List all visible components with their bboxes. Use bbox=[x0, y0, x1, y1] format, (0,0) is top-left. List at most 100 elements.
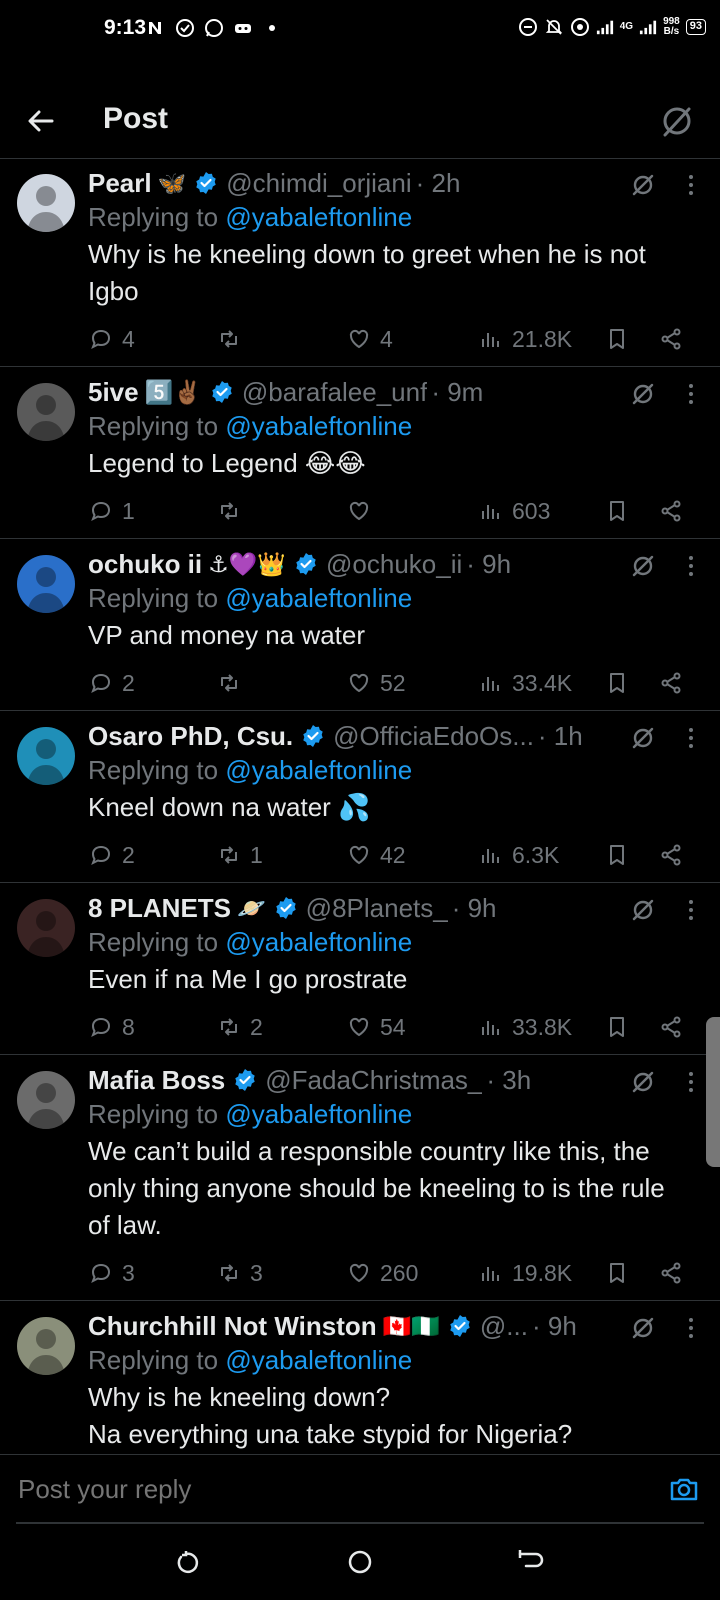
home-icon[interactable] bbox=[344, 1546, 376, 1578]
avatar[interactable] bbox=[17, 1071, 75, 1129]
views-button[interactable]: 19.8K bbox=[478, 1260, 572, 1287]
reply-button[interactable]: 8 bbox=[88, 1014, 135, 1041]
repost-button[interactable] bbox=[216, 498, 250, 524]
grok-icon[interactable] bbox=[630, 1315, 656, 1341]
author-handle[interactable]: @FadaChristmas_ bbox=[265, 1065, 482, 1096]
system-nav-bar bbox=[0, 1524, 720, 1600]
repost-button[interactable]: 2 bbox=[216, 1014, 263, 1041]
views-button[interactable]: 6.3K bbox=[478, 842, 559, 869]
more-options-icon[interactable] bbox=[678, 897, 704, 923]
reply-item[interactable]: 5ive 5️⃣✌🏾 @barafalee_unf · 9m Replying … bbox=[0, 367, 720, 539]
share-button[interactable] bbox=[658, 1014, 684, 1040]
avatar[interactable] bbox=[17, 383, 75, 441]
back-arrow-icon[interactable] bbox=[24, 104, 58, 138]
author-handle[interactable]: @chimdi_orjiani bbox=[226, 168, 411, 199]
more-options-icon[interactable] bbox=[678, 1069, 704, 1095]
more-options-icon[interactable] bbox=[678, 1315, 704, 1341]
author-name[interactable]: Mafia Boss bbox=[88, 1065, 225, 1096]
reply-item[interactable]: Osaro PhD, Csu. @OfficiaEdoOs... · 1h Re… bbox=[0, 711, 720, 883]
author-handle[interactable]: @8Planets_ bbox=[306, 893, 448, 924]
reply-item[interactable]: Churchhill Not Winston 🇨🇦🇳🇬 @... · 9h Re… bbox=[0, 1301, 720, 1454]
author-name[interactable]: 5ive bbox=[88, 377, 139, 408]
bookmark-button[interactable] bbox=[604, 498, 630, 524]
reply-input[interactable] bbox=[18, 1471, 618, 1507]
grok-icon[interactable] bbox=[630, 381, 656, 407]
replying-to-handle[interactable]: @yabaleftonline bbox=[225, 1345, 412, 1375]
bookmark-button[interactable] bbox=[604, 1260, 630, 1286]
author-name[interactable]: 8 PLANETS bbox=[88, 893, 231, 924]
reply-item[interactable]: Pearl 🦋 @chimdi_orjiani · 2h Replying to… bbox=[0, 158, 720, 367]
bookmark-button[interactable] bbox=[604, 1014, 630, 1040]
like-button[interactable]: 4 bbox=[346, 326, 393, 353]
share-button[interactable] bbox=[658, 326, 684, 352]
like-button[interactable]: 260 bbox=[346, 1260, 418, 1287]
heart-icon bbox=[349, 845, 369, 865]
author-name[interactable]: Osaro PhD, Csu. bbox=[88, 721, 293, 752]
avatar[interactable] bbox=[17, 899, 75, 957]
recent-apps-icon[interactable] bbox=[172, 1546, 204, 1578]
avatar[interactable] bbox=[17, 555, 75, 613]
scrollbar-thumb[interactable] bbox=[706, 1017, 720, 1167]
replies-feed[interactable]: Pearl 🦋 @chimdi_orjiani · 2h Replying to… bbox=[0, 158, 720, 1454]
replying-to-handle[interactable]: @yabaleftonline bbox=[225, 411, 412, 441]
author-name[interactable]: Pearl bbox=[88, 168, 152, 199]
bookmark-button[interactable] bbox=[604, 842, 630, 868]
avatar[interactable] bbox=[17, 727, 75, 785]
camera-icon[interactable] bbox=[668, 1473, 700, 1505]
repost-icon bbox=[221, 846, 237, 864]
repost-button[interactable] bbox=[216, 670, 250, 696]
reply-button[interactable]: 3 bbox=[88, 1260, 135, 1287]
grok-icon[interactable] bbox=[630, 553, 656, 579]
reply-button[interactable]: 4 bbox=[88, 326, 135, 353]
reply-item[interactable]: Mafia Boss @FadaChristmas_ · 3h Replying… bbox=[0, 1055, 720, 1301]
reply-icon bbox=[91, 501, 111, 522]
reply-item[interactable]: ochuko ii ⚓💜👑 @ochuko_ii · 9h Replying t… bbox=[0, 539, 720, 711]
repost-button[interactable]: 1 bbox=[216, 842, 263, 869]
grok-icon[interactable] bbox=[630, 172, 656, 198]
share-button[interactable] bbox=[658, 498, 684, 524]
replying-to-handle[interactable]: @yabaleftonline bbox=[225, 927, 412, 957]
grok-icon[interactable] bbox=[630, 725, 656, 751]
reply-item[interactable]: 8 PLANETS 🪐 @8Planets_ · 9h Replying to … bbox=[0, 883, 720, 1055]
repost-button[interactable] bbox=[216, 326, 250, 352]
author-handle[interactable]: @ochuko_ii bbox=[326, 549, 462, 580]
share-button[interactable] bbox=[658, 670, 684, 696]
author-handle[interactable]: @... bbox=[480, 1311, 528, 1342]
author-name[interactable]: Churchhill Not Winston bbox=[88, 1311, 377, 1342]
author-handle[interactable]: @barafalee_unf bbox=[242, 377, 427, 408]
replying-to-handle[interactable]: @yabaleftonline bbox=[225, 202, 412, 232]
replying-to-handle[interactable]: @yabaleftonline bbox=[225, 755, 412, 785]
replying-to: Replying to @yabaleftonline bbox=[88, 925, 704, 959]
author-handle[interactable]: @OfficiaEdoOs... bbox=[333, 721, 534, 752]
views-button[interactable]: 603 bbox=[478, 498, 550, 525]
more-options-icon[interactable] bbox=[678, 381, 704, 407]
avatar[interactable] bbox=[17, 1317, 75, 1375]
bookmark-button[interactable] bbox=[604, 326, 630, 352]
views-button[interactable]: 21.8K bbox=[478, 326, 572, 353]
more-options-icon[interactable] bbox=[678, 553, 704, 579]
share-button[interactable] bbox=[658, 842, 684, 868]
grok-icon[interactable] bbox=[630, 897, 656, 923]
views-button[interactable]: 33.8K bbox=[478, 1014, 572, 1041]
avatar[interactable] bbox=[17, 174, 75, 232]
like-button[interactable]: 42 bbox=[346, 842, 406, 869]
like-button[interactable] bbox=[346, 498, 380, 524]
grok-icon[interactable] bbox=[660, 104, 694, 138]
author-name[interactable]: ochuko ii bbox=[88, 549, 202, 580]
bookmark-button[interactable] bbox=[604, 670, 630, 696]
grok-icon[interactable] bbox=[630, 1069, 656, 1095]
like-button[interactable]: 54 bbox=[346, 1014, 406, 1041]
replying-to-handle[interactable]: @yabaleftonline bbox=[225, 583, 412, 613]
repost-button[interactable]: 3 bbox=[216, 1260, 263, 1287]
more-options-icon[interactable] bbox=[678, 725, 704, 751]
reply-button[interactable]: 2 bbox=[88, 842, 135, 869]
reply-button[interactable]: 1 bbox=[88, 498, 135, 525]
more-options-icon[interactable] bbox=[678, 172, 704, 198]
views-button[interactable]: 33.4K bbox=[478, 670, 572, 697]
like-button[interactable]: 52 bbox=[346, 670, 406, 697]
share-button[interactable] bbox=[658, 1260, 684, 1286]
bookmark-icon bbox=[610, 329, 624, 349]
back-nav-icon[interactable] bbox=[514, 1546, 546, 1578]
replying-to-handle[interactable]: @yabaleftonline bbox=[225, 1099, 412, 1129]
reply-button[interactable]: 2 bbox=[88, 670, 135, 697]
